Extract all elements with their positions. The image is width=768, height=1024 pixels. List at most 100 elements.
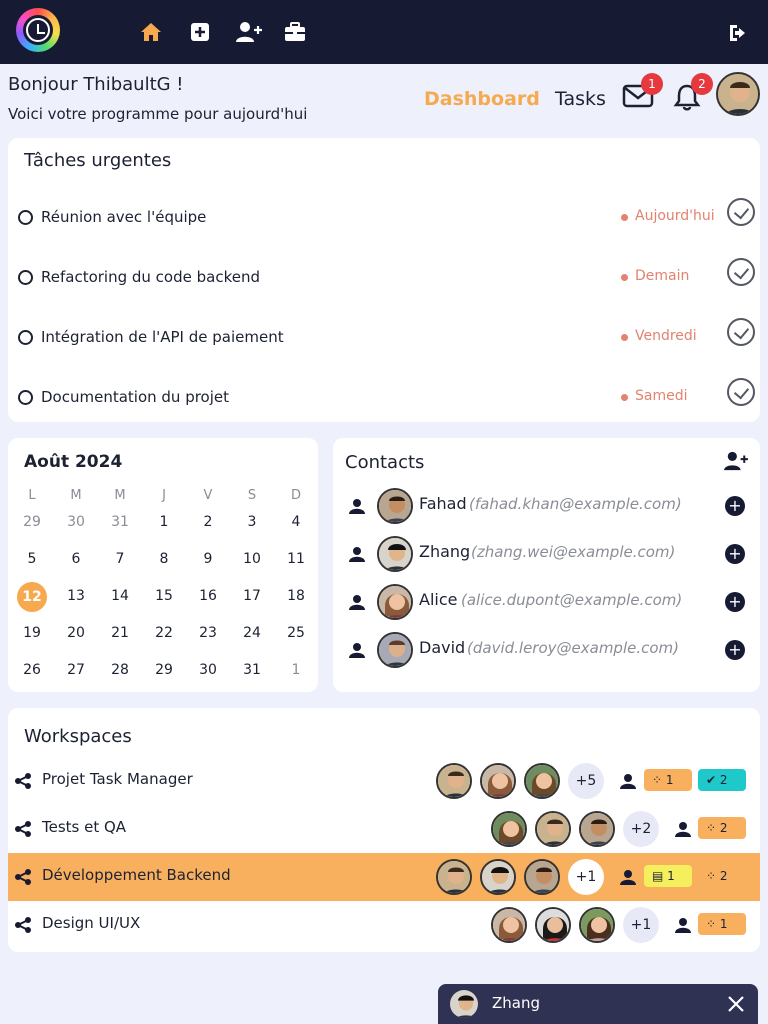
- user-avatar[interactable]: [716, 72, 760, 116]
- task-radio[interactable]: [18, 270, 33, 285]
- task-label: Documentation du projet: [41, 388, 230, 406]
- member-avatar: [579, 811, 615, 847]
- complete-check-icon[interactable]: [727, 258, 755, 286]
- contact-row[interactable]: David (david.leroy@example.com) +: [333, 626, 759, 674]
- calendar-day[interactable]: 30: [186, 656, 230, 684]
- task-row[interactable]: Refactoring du code backend Demain: [8, 256, 760, 316]
- calendar-day[interactable]: 13: [54, 582, 98, 610]
- more-members-count[interactable]: +5: [568, 763, 604, 799]
- complete-check-icon[interactable]: [727, 198, 755, 226]
- contact-name: David: [419, 638, 466, 657]
- calendar-day-of-week: J: [162, 488, 166, 503]
- add-contact-icon[interactable]: [723, 450, 749, 472]
- calendar-day[interactable]: 5: [10, 545, 54, 573]
- add-contact-plus-icon[interactable]: +: [725, 640, 745, 660]
- contact-name: Fahad: [419, 494, 467, 513]
- calendar-day[interactable]: 17: [230, 582, 274, 610]
- calendar-day[interactable]: 6: [54, 545, 98, 573]
- user-avatar-image: [718, 74, 758, 114]
- nav-tasks-link[interactable]: Tasks: [555, 88, 606, 110]
- contact-row[interactable]: Fahad (fahad.khan@example.com) +: [333, 482, 759, 530]
- close-icon[interactable]: [726, 994, 746, 1014]
- logout-icon[interactable]: [726, 21, 750, 45]
- task-label: Refactoring du code backend: [41, 268, 260, 286]
- complete-check-icon[interactable]: [727, 318, 755, 346]
- urgent-tasks-title: Tâches urgentes: [24, 150, 172, 171]
- calendar-day[interactable]: 22: [142, 619, 186, 647]
- in-progress-badge: ⁘ 2: [698, 817, 746, 839]
- spinner-icon: ⁘: [706, 917, 717, 931]
- calendar-day[interactable]: 31: [230, 656, 274, 684]
- member-avatar: [436, 763, 472, 799]
- add-contact-plus-icon[interactable]: +: [725, 592, 745, 612]
- calendar-day[interactable]: 23: [186, 619, 230, 647]
- calendar-day-of-week: L: [28, 488, 36, 503]
- task-radio[interactable]: [18, 390, 33, 405]
- task-radio[interactable]: [18, 210, 33, 225]
- urgent-tasks-card: Tâches urgentes Réunion avec l'équipe Au…: [8, 138, 760, 422]
- calendar-day[interactable]: 21: [98, 619, 142, 647]
- workspace-row[interactable]: Projet Task Manager +5 ⁘ 1 ✔ 2: [8, 757, 760, 805]
- task-radio[interactable]: [18, 330, 33, 345]
- person-icon: [349, 595, 365, 610]
- calendar-day[interactable]: 19: [10, 619, 54, 647]
- contact-row[interactable]: Alice (alice.dupont@example.com) +: [333, 578, 759, 626]
- briefcase-icon[interactable]: [283, 20, 307, 44]
- add-contact-plus-icon[interactable]: +: [725, 544, 745, 564]
- calendar-day[interactable]: 2: [186, 508, 230, 536]
- task-row[interactable]: Réunion avec l'équipe Aujourd'hui: [8, 196, 760, 256]
- calendar-day[interactable]: 28: [98, 656, 142, 684]
- share-icon: [15, 869, 31, 885]
- task-row[interactable]: Intégration de l'API de paiement Vendred…: [8, 316, 760, 376]
- app-logo[interactable]: [16, 8, 60, 52]
- owner-icon: [675, 918, 691, 933]
- calendar-day[interactable]: 29: [10, 508, 54, 536]
- calendar-day[interactable]: 14: [98, 582, 142, 610]
- nav-dashboard-link[interactable]: Dashboard: [424, 88, 540, 110]
- contact-avatar: [377, 584, 413, 620]
- greeting: Bonjour ThibaultG !: [8, 74, 184, 95]
- more-members-count[interactable]: +2: [623, 811, 659, 847]
- home-icon[interactable]: [139, 20, 163, 44]
- calendar-day[interactable]: 31: [98, 508, 142, 536]
- task-row[interactable]: Documentation du projet Samedi: [8, 376, 760, 436]
- calendar-day[interactable]: 3: [230, 508, 274, 536]
- contact-email: (alice.dupont@example.com): [461, 591, 683, 609]
- workspace-row-active[interactable]: Développement Backend +1 ▤ 1 ⁘ 2: [8, 853, 760, 901]
- chat-bar[interactable]: Zhang: [438, 984, 758, 1024]
- add-user-icon[interactable]: [235, 20, 263, 44]
- more-members-count[interactable]: +1: [568, 859, 604, 895]
- calendar-day[interactable]: 10: [230, 545, 274, 573]
- calendar-day[interactable]: 9: [186, 545, 230, 573]
- calendar-day[interactable]: 20: [54, 619, 98, 647]
- calendar-day[interactable]: 29: [142, 656, 186, 684]
- calendar-day[interactable]: 27: [54, 656, 98, 684]
- calendar-day[interactable]: 15: [142, 582, 186, 610]
- calendar-day[interactable]: 16: [186, 582, 230, 610]
- calendar-day[interactable]: 18: [274, 582, 318, 610]
- calendar-day[interactable]: 30: [54, 508, 98, 536]
- spinner-icon: ⁘: [706, 821, 717, 835]
- calendar-day[interactable]: 24: [230, 619, 274, 647]
- calendar-day[interactable]: 8: [142, 545, 186, 573]
- member-avatar: [579, 907, 615, 943]
- contact-row[interactable]: Zhang (zhang.wei@example.com) +: [333, 530, 759, 578]
- add-square-icon[interactable]: [188, 20, 212, 44]
- calendar-day[interactable]: 7: [98, 545, 142, 573]
- calendar-day[interactable]: 1: [274, 656, 318, 684]
- due-dot: [621, 274, 628, 281]
- workspace-row[interactable]: Tests et QA +2 ⁘ 2: [8, 805, 760, 853]
- calendar-day[interactable]: 4: [274, 508, 318, 536]
- more-members-count[interactable]: +1: [623, 907, 659, 943]
- calendar-day[interactable]: 11: [274, 545, 318, 573]
- calendar-day[interactable]: 1: [142, 508, 186, 536]
- calendar-day[interactable]: 25: [274, 619, 318, 647]
- complete-check-icon[interactable]: [727, 378, 755, 406]
- member-avatar: [491, 907, 527, 943]
- owner-icon: [620, 870, 636, 885]
- calendar-day-today[interactable]: 12: [10, 582, 54, 612]
- calendar-day[interactable]: 26: [10, 656, 54, 684]
- workspace-row[interactable]: Design UI/UX +1 ⁘ 1: [8, 901, 760, 949]
- due-dot: [621, 334, 628, 341]
- add-contact-plus-icon[interactable]: +: [725, 496, 745, 516]
